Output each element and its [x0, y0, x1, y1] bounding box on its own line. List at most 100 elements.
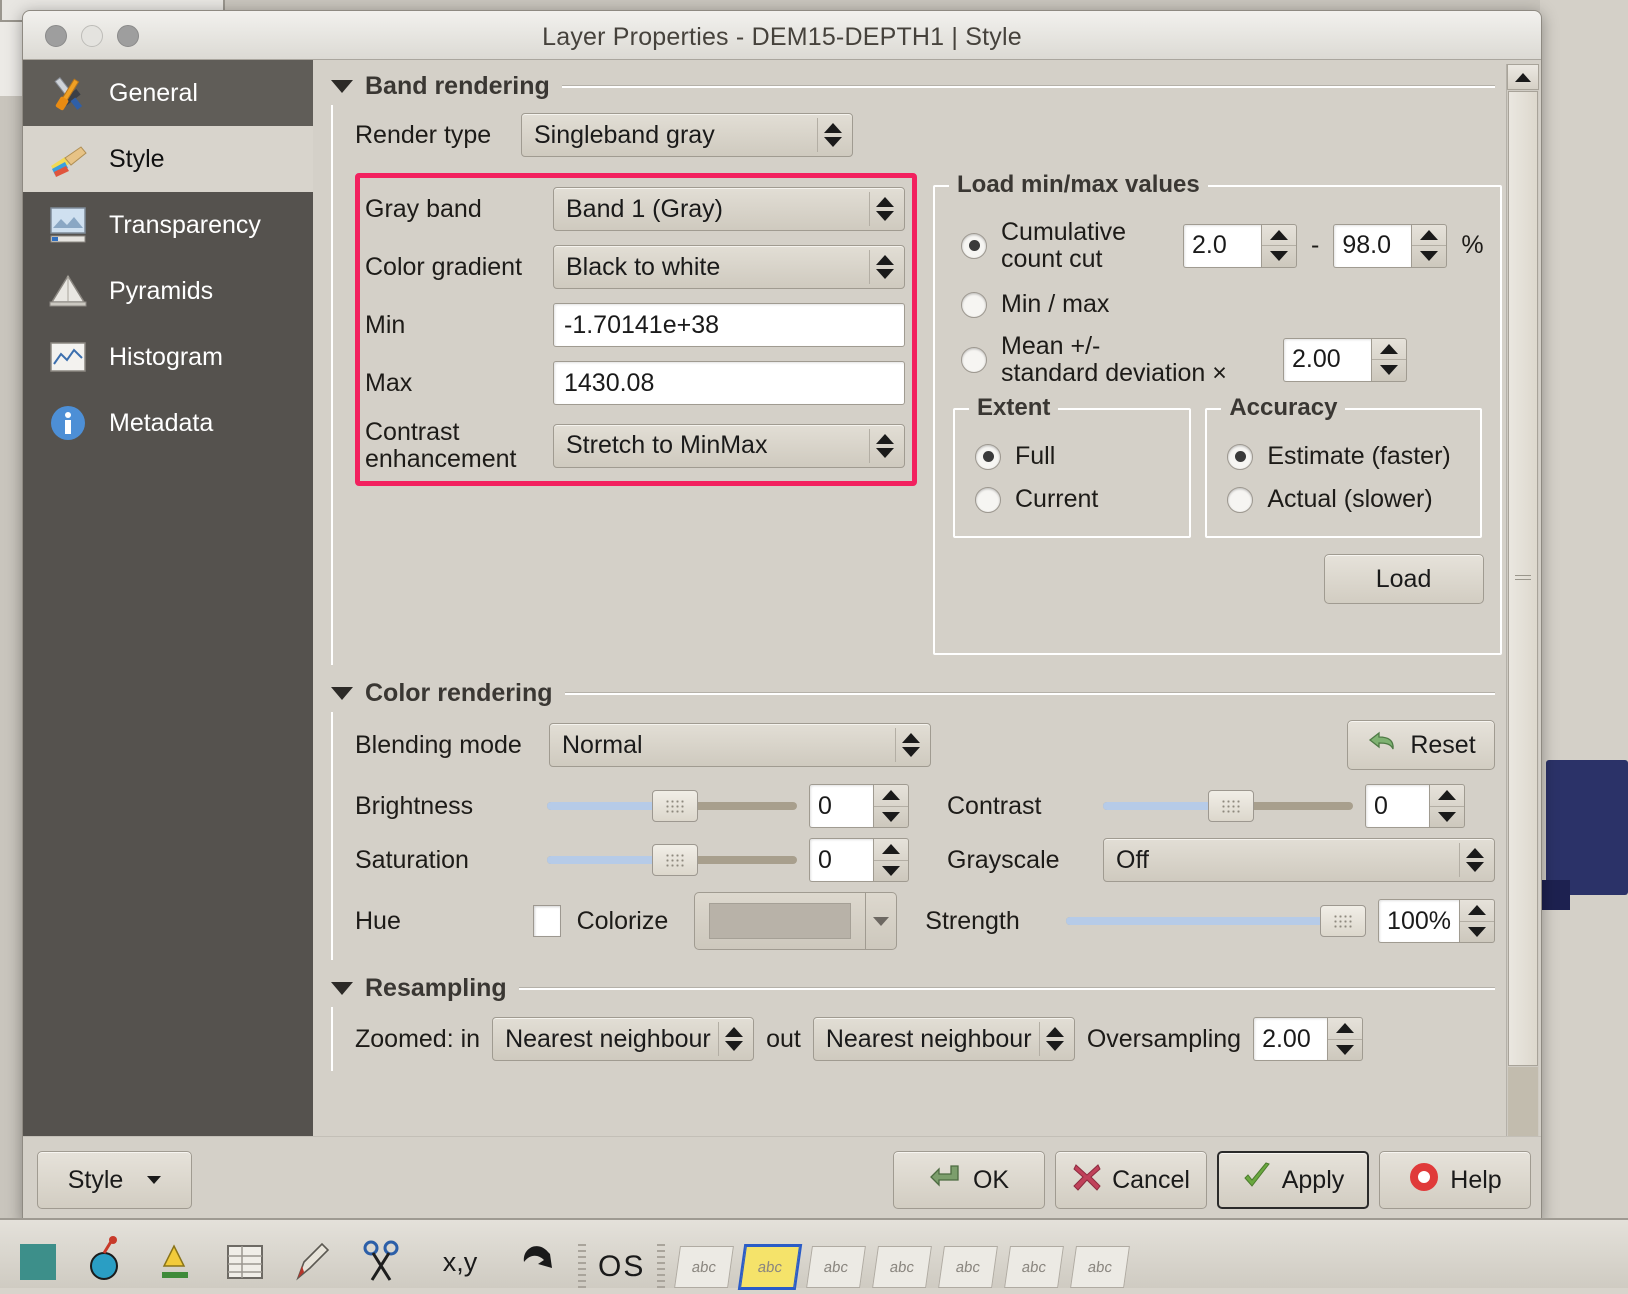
- style-menu-button[interactable]: Style: [37, 1151, 192, 1209]
- gray-band-combo[interactable]: Band 1 (Gray): [553, 187, 905, 231]
- zoomed-out-combo[interactable]: Nearest neighbour: [813, 1017, 1075, 1061]
- color-rendering-header[interactable]: Color rendering: [331, 679, 1495, 708]
- label-tag[interactable]: abc: [938, 1246, 998, 1288]
- spinner-buttons[interactable]: [873, 838, 909, 882]
- blending-mode-combo[interactable]: Normal: [549, 723, 931, 767]
- label-tag[interactable]: abc: [1004, 1246, 1064, 1288]
- band-rendering-header[interactable]: Band rendering: [331, 72, 1495, 101]
- resampling-header[interactable]: Resampling: [331, 974, 1495, 1003]
- cumulative-from-spinner[interactable]: 2.0: [1183, 224, 1297, 268]
- saturation-spinner[interactable]: 0: [809, 838, 909, 882]
- chevron-updown-icon[interactable]: [718, 1022, 749, 1056]
- cancel-button[interactable]: Cancel: [1055, 1151, 1207, 1209]
- brightness-value[interactable]: 0: [809, 784, 873, 828]
- chevron-updown-icon[interactable]: [869, 250, 900, 284]
- oversampling-spinner[interactable]: 2.00: [1253, 1017, 1363, 1061]
- sidebar-item-transparency[interactable]: Transparency: [23, 192, 313, 258]
- accuracy-estimate-radio[interactable]: [1227, 444, 1253, 470]
- ok-button[interactable]: OK: [893, 1151, 1045, 1209]
- brightness-spinner[interactable]: 0: [809, 784, 909, 828]
- spinner-buttons[interactable]: [1411, 224, 1447, 268]
- cumulative-to-spinner[interactable]: 98.0: [1333, 224, 1447, 268]
- rotate-icon[interactable]: [510, 1236, 566, 1288]
- apply-button[interactable]: Apply: [1217, 1151, 1369, 1209]
- contrast-enhancement-combo[interactable]: Stretch to MinMax: [553, 424, 905, 468]
- cumulative-count-cut-radio[interactable]: [961, 233, 987, 259]
- chevron-updown-icon[interactable]: [817, 118, 848, 152]
- add-feature-icon[interactable]: [150, 1236, 206, 1288]
- chevron-updown-icon[interactable]: [869, 429, 900, 463]
- load-button[interactable]: Load: [1324, 554, 1484, 604]
- spinner-buttons[interactable]: [873, 784, 909, 828]
- colorize-dropdown-button[interactable]: [866, 892, 897, 950]
- spinner-buttons[interactable]: [1261, 224, 1297, 268]
- slider-handle[interactable]: [652, 844, 698, 876]
- oversampling-value[interactable]: 2.00: [1253, 1017, 1327, 1061]
- label-tag[interactable]: abc: [872, 1246, 932, 1288]
- collapse-triangle-icon[interactable]: [331, 80, 353, 93]
- dialog-titlebar[interactable]: Layer Properties - DEM15-DEPTH1 | Style: [23, 11, 1541, 60]
- extent-full-radio[interactable]: [975, 444, 1001, 470]
- table-icon[interactable]: [218, 1236, 274, 1288]
- brightness-slider[interactable]: [547, 784, 797, 828]
- mean-stddev-spinner[interactable]: 2.00: [1283, 338, 1407, 382]
- max-input[interactable]: 1430.08: [553, 361, 905, 405]
- contrast-slider[interactable]: [1103, 784, 1353, 828]
- xy-tool-icon[interactable]: x,y: [422, 1236, 498, 1288]
- grayscale-combo[interactable]: Off: [1103, 838, 1495, 882]
- help-button[interactable]: Help: [1379, 1151, 1531, 1209]
- sidebar-item-metadata[interactable]: Metadata: [23, 390, 313, 456]
- mean-stddev-radio[interactable]: [961, 347, 987, 373]
- sidebar-item-pyramids[interactable]: Pyramids: [23, 258, 313, 324]
- zoomed-in-combo[interactable]: Nearest neighbour: [492, 1017, 754, 1061]
- saturation-slider[interactable]: [547, 838, 797, 882]
- strength-spinner[interactable]: 100%: [1378, 899, 1495, 943]
- saturation-value[interactable]: 0: [809, 838, 873, 882]
- colorize-checkbox[interactable]: [533, 905, 561, 937]
- chevron-updown-icon[interactable]: [1459, 843, 1490, 877]
- sidebar-item-histogram[interactable]: Histogram: [23, 324, 313, 390]
- colorize-color-swatch[interactable]: [694, 892, 866, 950]
- cumulative-from-value[interactable]: 2.0: [1183, 224, 1261, 268]
- render-type-combo[interactable]: Singleband gray: [521, 113, 853, 157]
- spinner-buttons[interactable]: [1327, 1017, 1363, 1061]
- node-tool-icon[interactable]: [82, 1236, 138, 1288]
- color-gradient-combo[interactable]: Black to white: [553, 245, 905, 289]
- label-tag[interactable]: abc: [674, 1246, 734, 1288]
- scrollbar-thumb[interactable]: [1508, 91, 1538, 1066]
- slider-handle[interactable]: [1320, 905, 1366, 937]
- spinner-buttons[interactable]: [1459, 899, 1495, 943]
- label-tag[interactable]: abc: [1070, 1246, 1130, 1288]
- slider-handle[interactable]: [1208, 790, 1254, 822]
- strength-value[interactable]: 100%: [1378, 899, 1459, 943]
- min-input[interactable]: -1.70141e+38: [553, 303, 905, 347]
- contrast-spinner[interactable]: 0: [1365, 784, 1465, 828]
- chevron-updown-icon[interactable]: [1039, 1022, 1070, 1056]
- contrast-value[interactable]: 0: [1365, 784, 1429, 828]
- cumulative-to-value[interactable]: 98.0: [1333, 224, 1411, 268]
- scroll-up-button[interactable]: [1507, 64, 1539, 90]
- vertical-scrollbar[interactable]: [1506, 64, 1539, 1218]
- mean-stddev-value[interactable]: 2.00: [1283, 338, 1371, 382]
- accuracy-actual-radio[interactable]: [1227, 487, 1253, 513]
- pen-icon[interactable]: [286, 1236, 342, 1288]
- extent-current-radio[interactable]: [975, 487, 1001, 513]
- slider-handle[interactable]: [652, 790, 698, 822]
- reset-button[interactable]: Reset: [1347, 720, 1495, 770]
- spinner-buttons[interactable]: [1429, 784, 1465, 828]
- strength-slider[interactable]: [1066, 899, 1366, 943]
- toolbar-grip-handle[interactable]: [578, 1244, 586, 1288]
- collapse-triangle-icon[interactable]: [331, 687, 353, 700]
- chevron-updown-icon[interactable]: [895, 728, 926, 762]
- label-tag[interactable]: abc: [806, 1246, 866, 1288]
- layer-swatch-icon[interactable]: [14, 1236, 70, 1288]
- spinner-buttons[interactable]: [1371, 338, 1407, 382]
- toolbar-grip-handle[interactable]: [657, 1244, 665, 1288]
- label-tag-selected[interactable]: abc: [740, 1246, 800, 1288]
- chevron-updown-icon[interactable]: [869, 192, 900, 226]
- collapse-triangle-icon[interactable]: [331, 982, 353, 995]
- scissors-icon[interactable]: [354, 1236, 410, 1288]
- sidebar-item-style[interactable]: Style: [23, 126, 313, 192]
- min-max-radio[interactable]: [961, 292, 987, 318]
- sidebar-item-general[interactable]: General: [23, 60, 313, 126]
